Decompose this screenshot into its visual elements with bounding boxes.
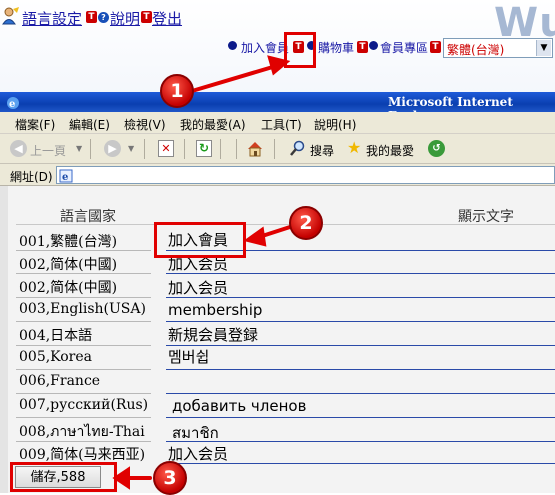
step-marker: 1	[160, 74, 194, 108]
annotation-arrows	[112, 55, 292, 490]
step-marker: 3	[153, 461, 187, 495]
step-marker: 2	[289, 206, 323, 240]
